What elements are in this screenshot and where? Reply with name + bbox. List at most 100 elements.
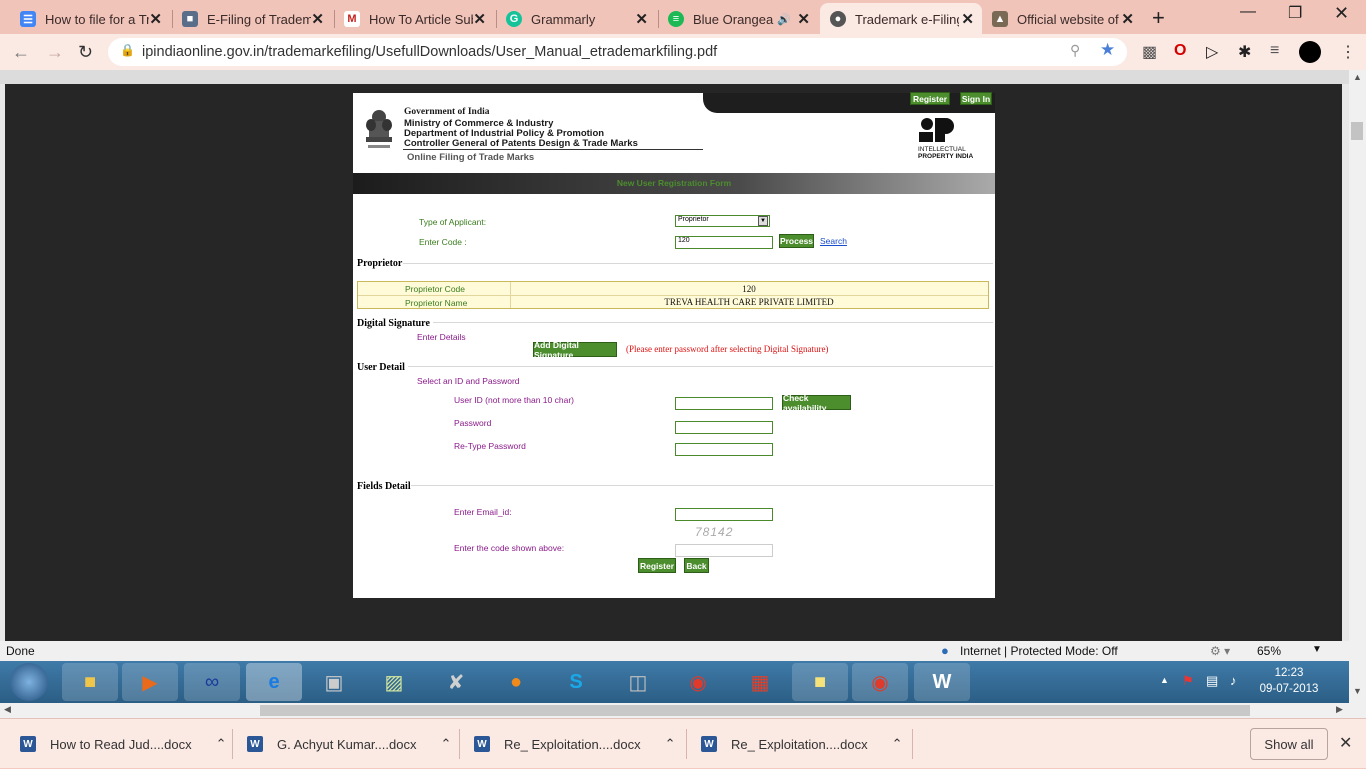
tab-how-to-file[interactable]: ☰ How to file for a Tr ✕ (10, 4, 170, 34)
enter-code-input[interactable]: 120 (675, 236, 773, 249)
close-icon[interactable]: ✕ (797, 10, 810, 28)
clock-date[interactable]: 09-07-2013 (1258, 683, 1320, 695)
tab-official-website[interactable]: ▲ Official website of ✕ (982, 4, 1142, 34)
register-button[interactable]: Register (638, 558, 676, 573)
password-input[interactable] (675, 421, 773, 434)
search-link[interactable]: Search (820, 236, 847, 246)
new-tab-button[interactable]: + (1152, 5, 1165, 31)
sticky-notes-icon[interactable]: ■ (792, 663, 848, 701)
firefox-icon[interactable]: ● (488, 663, 544, 701)
word-icon[interactable]: W (914, 663, 970, 701)
volume-icon[interactable]: ♪ (1230, 673, 1237, 688)
speaker-icon[interactable]: 🔊 (777, 13, 791, 26)
restore-button[interactable]: ❐ (1288, 3, 1302, 23)
register-top-button[interactable]: Register (910, 92, 950, 105)
clock-time[interactable]: 12:23 (1258, 667, 1320, 679)
avatar[interactable] (1299, 41, 1321, 63)
database-icon[interactable]: ◫ (610, 663, 666, 701)
tray-expand-icon[interactable]: ▲ (1160, 675, 1169, 685)
download-item[interactable]: W Re_ Exploitation....docx ⌃ (474, 719, 675, 769)
process-button[interactable]: Process (779, 234, 814, 248)
back-button[interactable]: Back (684, 558, 709, 573)
monitor-icon[interactable]: ▤ (1206, 673, 1218, 689)
tab-label: Grammarly (531, 11, 596, 27)
chevron-up-icon[interactable]: ⌃ (440, 736, 451, 752)
tools-icon[interactable]: ✘ (428, 663, 484, 701)
horizontal-scrollbar[interactable]: ◀ ▶ (0, 703, 1349, 718)
check-availability-button[interactable]: Check availability (782, 393, 851, 413)
url-text: ipindiaonline.gov.in/trademarkefiling/Us… (142, 44, 718, 60)
download-item[interactable]: W G. Achyut Kumar....docx ⌃ (247, 719, 451, 769)
download-item[interactable]: W Re_ Exploitation....docx ⌃ (701, 719, 902, 769)
tab-how-to-article[interactable]: M How To Article Sub ✕ (334, 4, 494, 34)
paint-icon[interactable]: ▦ (732, 663, 788, 701)
app-infinity-icon[interactable]: ∞ (184, 663, 240, 701)
chevron-down-icon[interactable]: ▼ (1312, 644, 1322, 655)
chevron-up-icon[interactable]: ⌃ (665, 736, 676, 752)
forward-arrow-icon[interactable]: → (46, 42, 64, 63)
scroll-down-icon[interactable]: ▼ (1353, 686, 1362, 696)
scrollbar-corner: ▼ (1349, 661, 1366, 718)
scroll-thumb[interactable] (1351, 122, 1363, 140)
extension-icon[interactable]: ▩ (1142, 42, 1157, 62)
proprietor-section-title: Proprietor (357, 258, 403, 269)
close-icon[interactable]: ✕ (149, 10, 162, 28)
chevron-up-icon[interactable]: ⌃ (216, 736, 227, 752)
start-button[interactable] (10, 663, 48, 701)
close-icon[interactable]: ✕ (1121, 10, 1134, 28)
opera-icon[interactable]: O (1174, 42, 1186, 60)
show-all-button[interactable]: Show all (1250, 728, 1328, 760)
chevron-down-icon[interactable]: ▼ (758, 216, 768, 226)
puzzle-icon[interactable]: ✱ (1238, 42, 1251, 62)
tab-e-filing[interactable]: ■ E-Filing of Tradem ✕ (172, 4, 332, 34)
zoom-icon[interactable]: ⚲ (1070, 42, 1080, 59)
signin-top-button[interactable]: Sign In (960, 92, 992, 105)
lock-icon: 🔒 (120, 43, 135, 57)
user-id-input[interactable] (675, 397, 773, 410)
close-icon[interactable]: ✕ (635, 10, 648, 28)
tab-grammarly[interactable]: G Grammarly ✕ (496, 4, 656, 34)
tab-trademark-efiling[interactable]: ● Trademark e-Filing ✕ (820, 3, 982, 35)
tab-strip: ☰ How to file for a Tr ✕ ■ E-Filing of T… (0, 0, 1366, 35)
network-icon[interactable]: ▣ (306, 663, 362, 701)
type-of-applicant-select[interactable]: Proprietor ▼ (675, 215, 770, 227)
close-icon[interactable]: ✕ (473, 10, 486, 28)
media-icon[interactable]: ≡ (1270, 42, 1279, 60)
menu-icon[interactable]: ⋮ (1340, 42, 1356, 62)
explorer-icon[interactable]: ■ (62, 663, 118, 701)
tab-spotify[interactable]: ≡ Blue Orangea 🔊 ✕ (658, 4, 818, 34)
window-close-button[interactable]: ✕ (1334, 3, 1349, 24)
scroll-up-icon[interactable]: ▲ (1353, 72, 1362, 82)
enter-details-label: Enter Details (417, 332, 466, 342)
files-icon[interactable]: ▨ (366, 663, 422, 701)
address-bar[interactable]: 🔒 ipindiaonline.gov.in/trademarkefiling/… (108, 38, 1127, 66)
flag-icon[interactable]: ⚑ (1182, 673, 1194, 689)
scroll-right-icon[interactable]: ▶ (1336, 704, 1343, 715)
close-icon[interactable]: ✕ (961, 10, 974, 28)
header-divider (403, 149, 703, 150)
chrome-icon[interactable]: ◉ (670, 663, 726, 701)
chrome-icon[interactable]: ◉ (852, 663, 908, 701)
horizontal-scroll-thumb[interactable] (260, 705, 1250, 716)
vertical-scrollbar[interactable]: ▲ (1349, 70, 1366, 702)
internet-explorer-icon[interactable]: e (246, 663, 302, 701)
retype-password-label: Re-Type Password (454, 441, 526, 451)
minimize-button[interactable]: — (1240, 3, 1256, 21)
skype-icon[interactable]: S (548, 663, 604, 701)
reload-icon[interactable]: ↻ (78, 42, 93, 63)
close-icon[interactable]: ✕ (311, 10, 324, 28)
back-arrow-icon[interactable]: ← (12, 42, 30, 63)
retype-password-input[interactable] (675, 443, 773, 456)
chevron-up-icon[interactable]: ⌃ (892, 736, 903, 752)
protected-mode-icon[interactable]: ⚙ ▾ (1210, 644, 1230, 658)
zoom-level[interactable]: 65% (1257, 644, 1281, 658)
cursor-icon[interactable]: ▷ (1206, 42, 1218, 62)
captcha-input[interactable] (675, 544, 773, 557)
email-input[interactable] (675, 508, 773, 521)
scroll-left-icon[interactable]: ◀ (4, 704, 11, 715)
close-icon[interactable]: ✕ (1339, 733, 1352, 753)
media-player-icon[interactable]: ▶ (122, 663, 178, 701)
star-icon[interactable]: ★ (1100, 40, 1115, 60)
add-digital-signature-button[interactable]: Add Digital Signature (533, 340, 617, 360)
download-item[interactable]: W How to Read Jud....docx ⌃ (20, 719, 227, 769)
